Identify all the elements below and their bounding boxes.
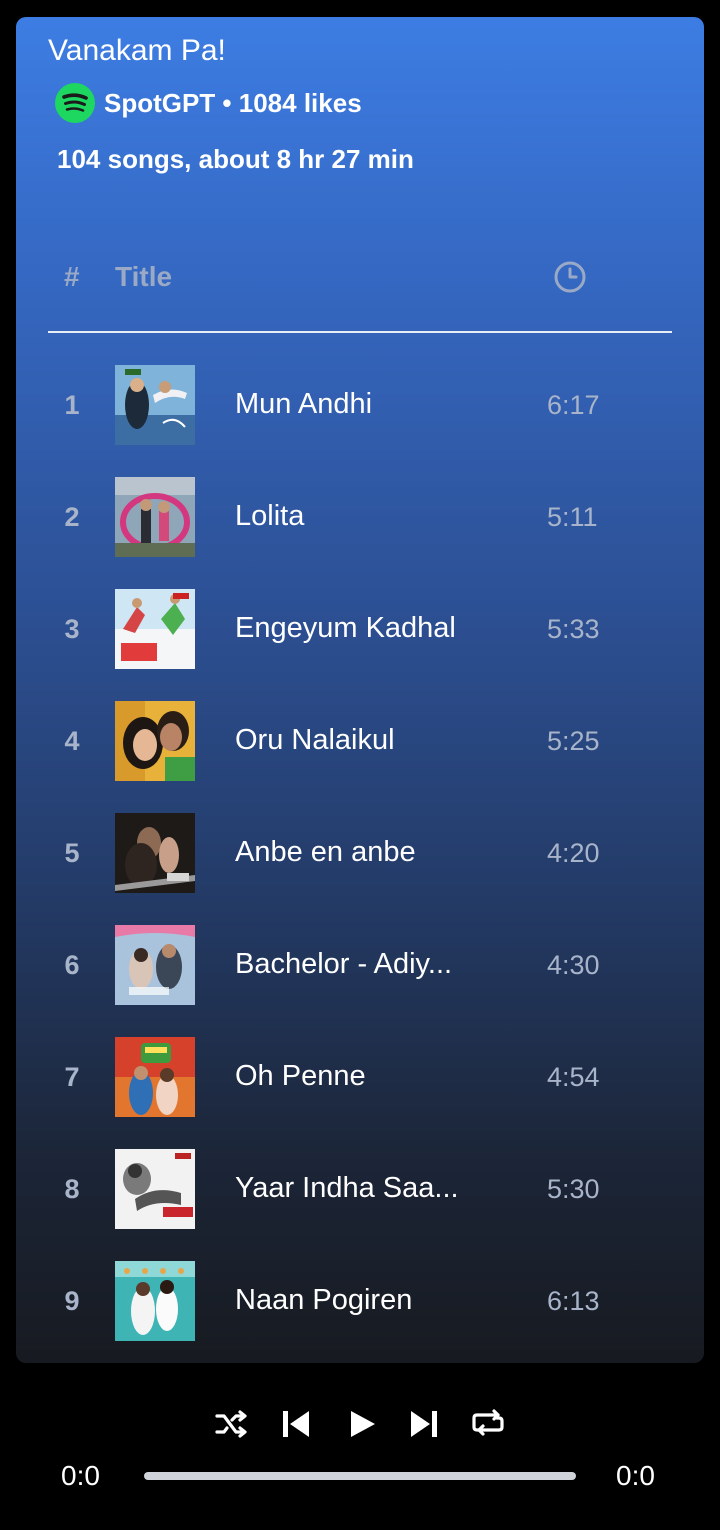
app-screen: Vanakam Pa! SpotGPT • 1084 likes 104 son…: [0, 0, 720, 1530]
track-number: 3: [64, 614, 80, 644]
column-header-title[interactable]: Title: [115, 257, 172, 297]
album-cover: [115, 1037, 195, 1117]
playlist-title: Vanakam Pa!: [48, 34, 226, 67]
previous-icon[interactable]: [278, 1406, 314, 1442]
track-duration: 5:30: [547, 1174, 600, 1204]
track-number: 6: [64, 950, 80, 980]
track-title: Engeyum Kadhal: [235, 612, 456, 644]
elapsed-time: 0:0: [61, 1460, 100, 1491]
column-header-number: #: [64, 261, 80, 292]
header-divider: [48, 331, 672, 333]
track-title: Naan Pogiren: [235, 1284, 413, 1316]
track-title: Bachelor - Adiy...: [235, 948, 453, 980]
track-row[interactable]: 5 Anbe en anbe 4:20: [16, 813, 704, 893]
track-duration: 4:30: [547, 950, 600, 980]
track-row[interactable]: 7 Oh Penne 4:54: [16, 1037, 704, 1117]
track-title: Oru Nalaikul: [235, 724, 395, 756]
play-icon[interactable]: [344, 1406, 380, 1442]
track-row[interactable]: 9 Naan Pogiren 6:13: [16, 1261, 704, 1341]
track-title: Anbe en anbe: [235, 836, 416, 868]
playlist-stats: 104 songs, about 8 hr 27 min: [57, 144, 414, 174]
album-cover: [115, 701, 195, 781]
track-duration: 5:25: [547, 726, 600, 756]
repeat-icon[interactable]: [470, 1406, 506, 1442]
track-number: 2: [64, 502, 80, 532]
playlist-owner-row: SpotGPT • 1084 likes: [55, 83, 362, 123]
track-title: Yaar Indha Saa...: [235, 1172, 459, 1204]
track-duration: 6:17: [547, 390, 600, 420]
album-cover: [115, 365, 195, 445]
spotify-logo-icon: [55, 83, 95, 123]
track-number: 5: [64, 838, 80, 868]
clock-icon[interactable]: [553, 260, 587, 294]
track-duration: 4:54: [547, 1062, 600, 1092]
track-row[interactable]: 3 Engeyum Kadhal 5:33: [16, 589, 704, 669]
track-row[interactable]: 6 Bachelor - Adiy... 4:30: [16, 925, 704, 1005]
track-row[interactable]: 4 Oru Nalaikul 5:25: [16, 701, 704, 781]
track-duration: 5:33: [547, 614, 600, 644]
track-duration: 6:13: [547, 1286, 600, 1316]
album-cover: [115, 925, 195, 1005]
playlist-owner-likes[interactable]: SpotGPT • 1084 likes: [104, 88, 362, 119]
track-row[interactable]: 8 Yaar Indha Saa... 5:30: [16, 1149, 704, 1229]
track-title: Oh Penne: [235, 1060, 366, 1092]
track-title: Lolita: [235, 500, 305, 532]
album-cover: [115, 1149, 195, 1229]
track-row[interactable]: 2 Lolita 5:11: [16, 477, 704, 557]
track-duration: 4:20: [547, 838, 600, 868]
track-number: 8: [64, 1174, 80, 1204]
track-number: 9: [64, 1286, 80, 1316]
player-bar: 0:0 0:0: [0, 1363, 720, 1530]
track-row[interactable]: 1 Mun Andhi 6:17: [16, 365, 704, 445]
album-cover: [115, 477, 195, 557]
track-number: 1: [64, 390, 80, 420]
total-time: 0:0: [616, 1460, 655, 1491]
playlist-panel: Vanakam Pa! SpotGPT • 1084 likes 104 son…: [16, 17, 704, 1363]
progress-bar[interactable]: [144, 1472, 576, 1480]
album-cover: [115, 813, 195, 893]
album-cover: [115, 1261, 195, 1341]
shuffle-icon[interactable]: [214, 1406, 250, 1442]
track-title: Mun Andhi: [235, 388, 373, 420]
track-number: 7: [64, 1062, 80, 1092]
album-cover: [115, 589, 195, 669]
track-duration: 5:11: [547, 502, 598, 532]
track-number: 4: [64, 726, 80, 756]
next-icon[interactable]: [406, 1406, 442, 1442]
